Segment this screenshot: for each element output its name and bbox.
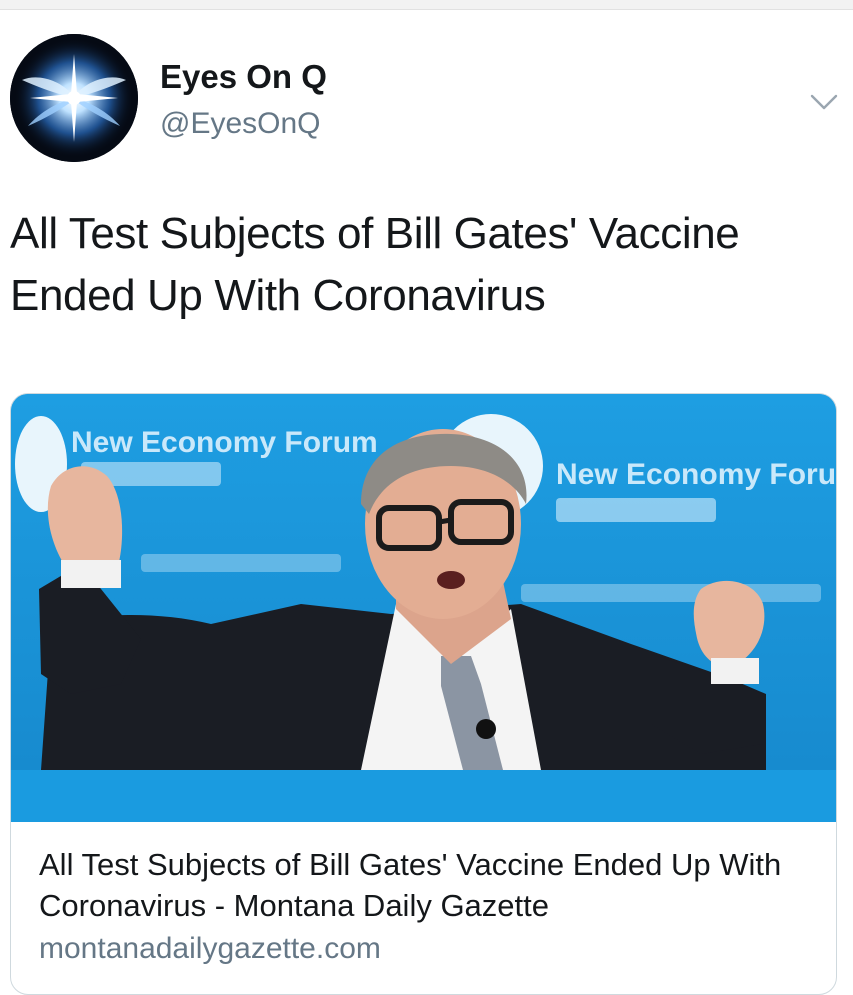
tweet-text: All Test Subjects of Bill Gates' Vaccine… <box>10 209 740 320</box>
lapel-mic <box>476 719 496 739</box>
link-card[interactable]: New Economy Forum New Economy Forum All … <box>10 393 837 995</box>
card-title[interactable]: All Test Subjects of Bill Gates' Vaccine… <box>39 844 819 926</box>
backdrop-text-right: New Economy Forum <box>556 458 836 491</box>
card-domain[interactable]: montanadailygazette.com <box>39 932 381 966</box>
top-divider <box>0 0 853 10</box>
backdrop-strip-right <box>521 584 821 602</box>
backdrop-text-left: New Economy Forum <box>71 426 378 459</box>
chevron-down-icon <box>810 94 838 110</box>
avatar[interactable] <box>10 34 138 162</box>
left-cuff <box>61 560 121 588</box>
backdrop-glyphs-right <box>556 498 716 522</box>
card-image[interactable]: New Economy Forum New Economy Forum <box>11 394 836 822</box>
card-photo: New Economy Forum New Economy Forum <box>11 394 836 822</box>
mouth <box>437 571 465 589</box>
tweet-menu-button[interactable] <box>804 88 844 116</box>
backdrop-strip-left <box>141 554 341 572</box>
glasses-bridge <box>438 517 452 525</box>
author-name[interactable]: Eyes On Q <box>160 58 327 96</box>
glowing-wings-icon <box>10 34 138 162</box>
right-cuff <box>711 658 759 684</box>
author-handle[interactable]: @EyesOnQ <box>160 107 321 141</box>
